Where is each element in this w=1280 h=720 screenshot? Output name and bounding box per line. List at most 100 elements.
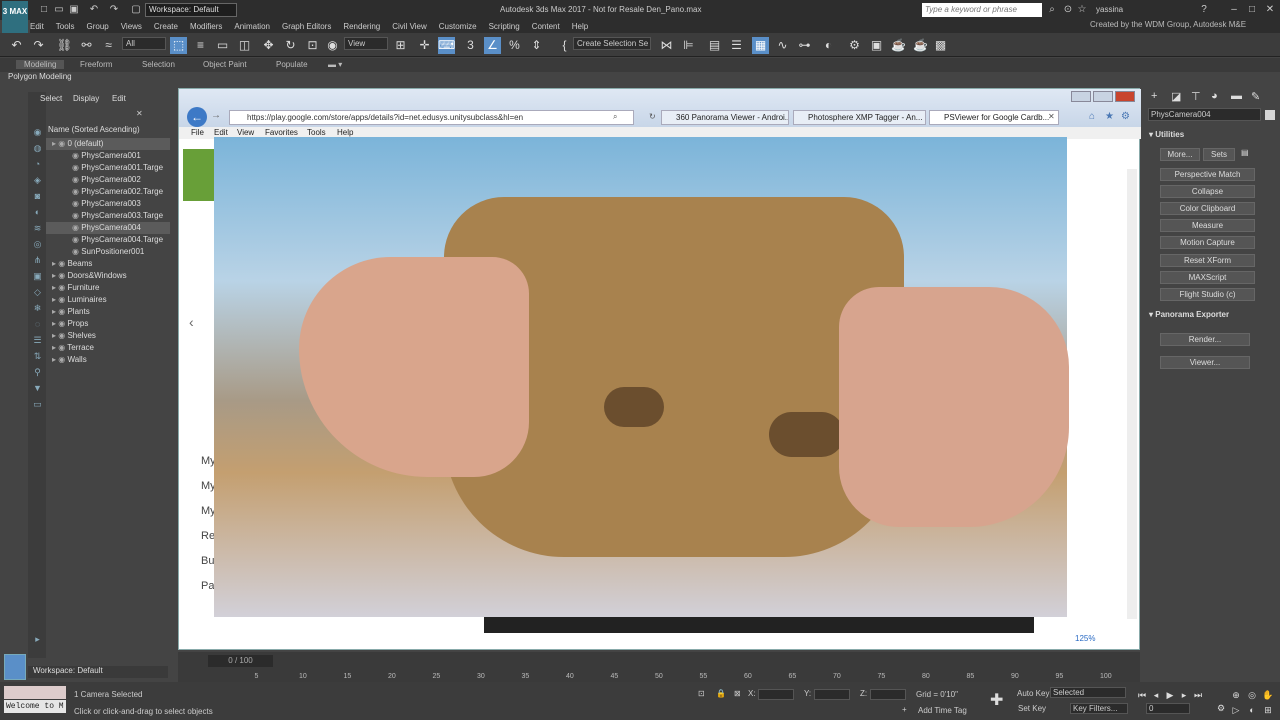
explorer-item[interactable]: ▸ ◉ Furniture — [46, 282, 170, 294]
star-icon[interactable]: ☆ — [1076, 4, 1088, 16]
add-time-tag[interactable]: Add Time Tag — [918, 706, 967, 715]
frozen-icon[interactable]: ❄ — [31, 303, 44, 315]
sort-icon[interactable]: ⇅ — [31, 351, 44, 363]
menu-item[interactable]: Graph Editors — [282, 20, 331, 33]
layer-visibility-icon[interactable]: ▸ ◉ — [52, 259, 67, 268]
side-link[interactable]: Pa — [201, 580, 214, 592]
isolate-selection-icon[interactable]: ⊡ — [698, 689, 705, 698]
spacewarps-icon[interactable]: ≋ — [31, 223, 44, 235]
browser-scrollbar[interactable] — [1127, 169, 1137, 619]
layer-visibility-icon[interactable]: ▸ ◉ — [52, 283, 67, 292]
tab-populate[interactable]: Populate — [276, 60, 308, 69]
reset-xform-button[interactable]: Reset XForm — [1160, 254, 1255, 267]
create-tab-icon[interactable]: + — [1151, 90, 1157, 102]
explorer-item[interactable]: ◉ PhysCamera002.Targe — [46, 186, 170, 198]
layer-visibility-icon[interactable]: ▸ ◉ — [52, 139, 67, 148]
explorer-item[interactable]: ◉ PhysCamera001 — [46, 150, 170, 162]
side-link[interactable]: Bu — [201, 555, 214, 567]
move-icon[interactable]: ✥ — [260, 37, 277, 54]
motion-tab-icon[interactable]: ◕ — [1211, 90, 1218, 102]
fov-icon[interactable]: ▷ — [1230, 705, 1242, 717]
workspace-dropdown[interactable]: Workspace: Default — [145, 3, 237, 17]
named-selection-dropdown[interactable]: Create Selection Se — [573, 37, 651, 50]
window-crossing-icon[interactable]: ◫ — [236, 37, 253, 54]
ribbon-options-icon[interactable]: ▬ ▾ — [328, 60, 342, 69]
refresh-icon[interactable]: ↻ — [649, 112, 656, 121]
layer-visibility-icon[interactable]: ▸ ◉ — [52, 343, 67, 352]
rotate-icon[interactable]: ↻ — [282, 37, 299, 54]
tab-freeform[interactable]: Freeform — [80, 60, 112, 69]
modify-tab-icon[interactable]: ◪ — [1171, 90, 1181, 103]
menu-item[interactable]: Group — [86, 20, 108, 33]
display-none-icon[interactable]: ◉ — [31, 127, 44, 139]
rendered-frame-icon[interactable]: ▣ — [868, 37, 885, 54]
explorer-item[interactable]: ◉ PhysCamera004.Targe — [46, 234, 170, 246]
explorer-item[interactable]: ▸ ◉ Terrace — [46, 342, 170, 354]
a360-icon[interactable]: ▩ — [932, 37, 949, 54]
manipulate-icon[interactable]: ✛ — [416, 37, 433, 54]
walkthrough-icon[interactable]: ◐ — [1246, 705, 1258, 717]
menu-item[interactable]: Create — [154, 20, 178, 33]
angle-snap-icon[interactable]: ∠ — [484, 37, 501, 54]
key-mode-dropdown[interactable]: Selected — [1050, 687, 1126, 698]
layer-visibility-icon[interactable]: ▸ ◉ — [52, 331, 67, 340]
measure-button[interactable]: Measure — [1160, 219, 1255, 232]
object-visibility-icon[interactable]: ◉ — [72, 247, 81, 256]
current-frame-field[interactable]: 0 — [1146, 703, 1190, 714]
carousel-prev-icon[interactable]: ‹ — [189, 314, 194, 330]
percent-snap-icon[interactable]: % — [506, 37, 523, 54]
y-coordinate-field[interactable] — [814, 689, 850, 700]
menu-item[interactable]: Animation — [234, 20, 270, 33]
favorites-icon[interactable]: ★ — [1105, 111, 1114, 122]
panorama-exporter-rollout-header[interactable]: ▾ Panorama Exporter — [1149, 310, 1277, 319]
set-key-big-icon[interactable]: ✚ — [990, 690, 1003, 710]
configure-sets-icon[interactable]: ▤ — [1241, 148, 1249, 157]
go-to-end-icon[interactable]: ⏭ — [1192, 690, 1204, 702]
object-name-field[interactable]: PhysCamera004 — [1148, 108, 1261, 121]
explorer-item[interactable]: ▸ ◉ Luminaires — [46, 294, 170, 306]
perspective-match-button[interactable]: Perspective Match — [1160, 168, 1255, 181]
bones-icon[interactable]: ⋔ — [31, 255, 44, 267]
layer-visibility-icon[interactable]: ▸ ◉ — [52, 295, 67, 304]
zoom-level[interactable]: 125% — [1075, 634, 1095, 643]
xrefs-icon[interactable]: ◇ — [31, 287, 44, 299]
explorer-item[interactable]: ◉ PhysCamera003 — [46, 198, 170, 210]
address-bar[interactable]: https://play.google.com/store/apps/detai… — [229, 110, 634, 125]
explorer-item[interactable]: ▸ ◉ Shelves — [46, 330, 170, 342]
explorer-item[interactable]: ▸ ◉ 0 (default) — [46, 138, 170, 150]
menu-item[interactable]: Tools — [56, 20, 75, 33]
place-icon[interactable]: ◉ — [324, 37, 341, 54]
layer-visibility-icon[interactable]: ▸ ◉ — [52, 307, 67, 316]
pan-icon[interactable]: ✋ — [1262, 690, 1274, 702]
search-input[interactable]: Type a keyword or phrase — [922, 3, 1042, 17]
explorer-item[interactable]: ◉ SunPositioner001 — [46, 246, 170, 258]
tab-display[interactable]: Display — [73, 94, 99, 103]
select-by-name-icon[interactable]: ≡ — [192, 37, 209, 54]
settings-icon[interactable]: ⚙ — [1121, 111, 1130, 122]
user-name[interactable]: yassina — [1096, 5, 1123, 14]
auto-key-button[interactable]: Auto Key — [1017, 689, 1049, 698]
tab-edit[interactable]: Edit — [112, 94, 126, 103]
display-tab-icon[interactable]: ▬ — [1231, 90, 1242, 102]
sets-button[interactable]: Sets — [1203, 148, 1235, 161]
browser-tab[interactable]: 360 Panorama Viewer - Androi... — [661, 110, 789, 125]
helpers-icon[interactable]: ◐ — [31, 207, 44, 219]
geometry-icon[interactable]: ◍ — [31, 143, 44, 155]
schematic-view-icon[interactable]: ⊶ — [796, 37, 813, 54]
undo-icon[interactable]: ↶ — [8, 37, 25, 54]
expand-strip-icon[interactable]: ▸ — [31, 634, 44, 646]
maxscript-mini-listener[interactable]: Welcome to M — [4, 700, 66, 713]
selection-lock-icon[interactable]: 🔒 — [716, 689, 726, 698]
explorer-column-header[interactable]: Name (Sorted Ascending) — [46, 125, 170, 137]
browser-tab[interactable]: Photosphere XMP Tagger - An... — [793, 110, 926, 125]
time-config-icon[interactable]: ⚙ — [1215, 703, 1227, 715]
utilities-rollout-header[interactable]: ▾ Utilities — [1149, 130, 1277, 139]
add-time-tag-icon[interactable]: + — [902, 705, 907, 714]
layers-icon[interactable]: ☰ — [31, 335, 44, 347]
render-setup-icon[interactable]: ⚙ — [846, 37, 863, 54]
project-icon[interactable]: ▢ — [130, 4, 142, 16]
menu-item[interactable]: Edit — [30, 20, 44, 33]
lights-icon[interactable]: ◈ — [31, 175, 44, 187]
render-button[interactable]: Render... — [1160, 333, 1250, 346]
menu-item[interactable]: Views — [121, 20, 142, 33]
